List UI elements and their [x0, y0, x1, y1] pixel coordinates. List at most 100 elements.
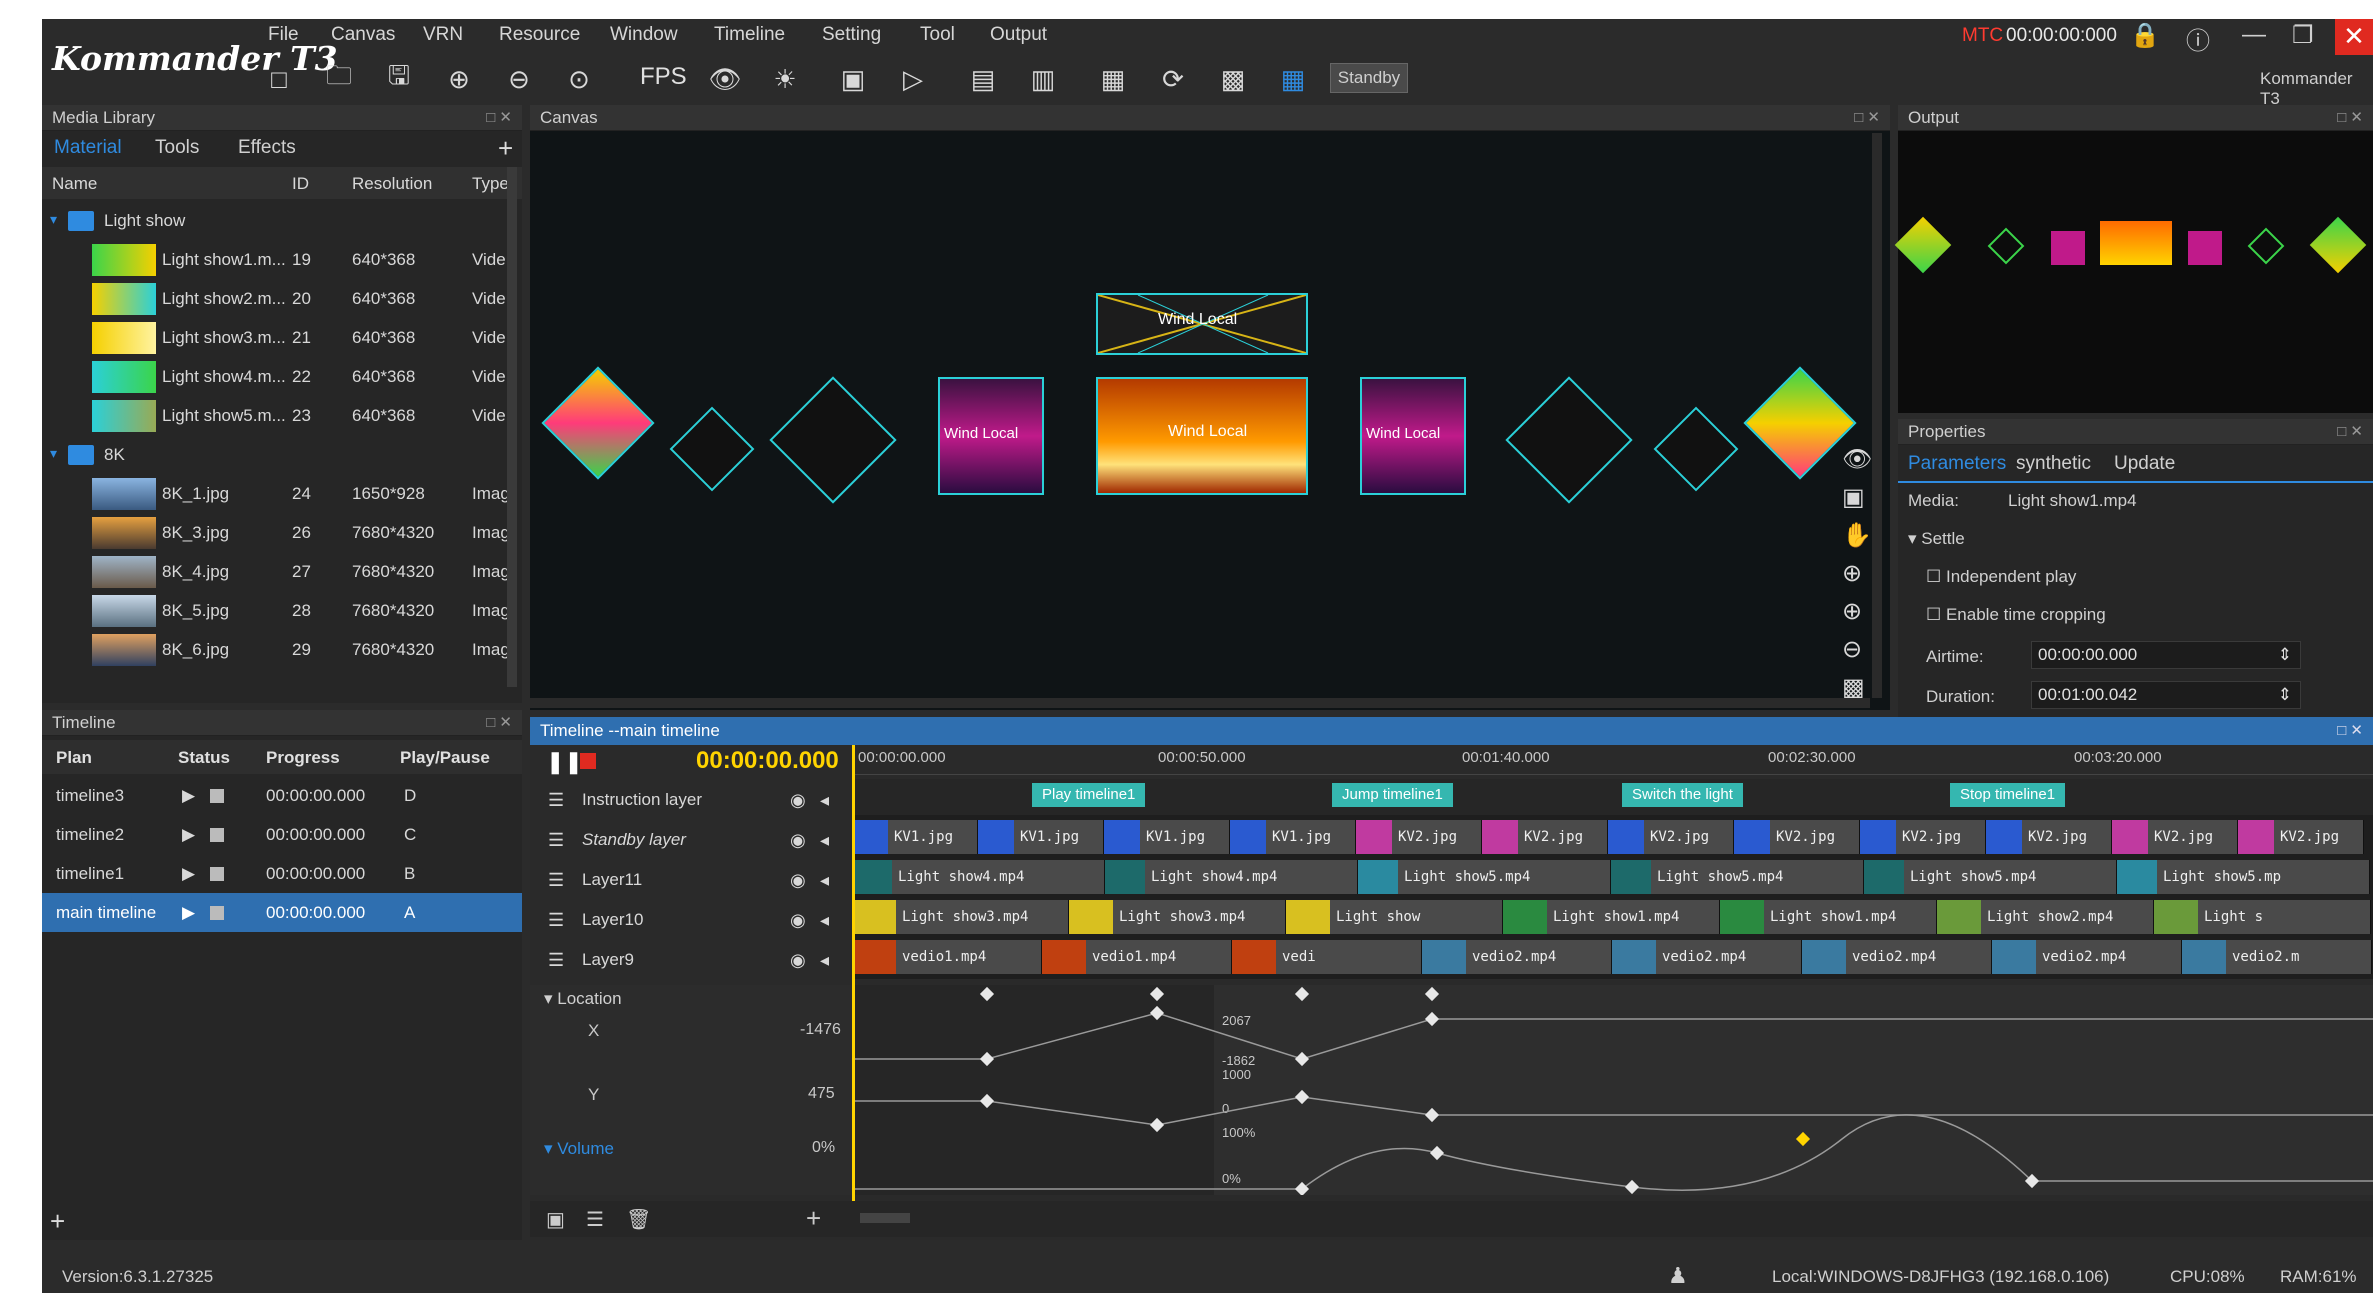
location-toggle[interactable]: ▾ Location: [544, 989, 622, 1009]
pause-icon[interactable]: ❚❚: [546, 749, 583, 775]
zoom-out-icon[interactable]: ⊖: [1842, 635, 1862, 664]
screen-diamond-far-right[interactable]: [1743, 366, 1857, 480]
trash-icon[interactable]: 🗑: [626, 1207, 651, 1232]
panel-pin-close-icon[interactable]: □ ✕: [2337, 419, 2363, 445]
help-icon[interactable]: ⓘ: [2186, 21, 2210, 56]
tab-tools[interactable]: Tools: [155, 137, 199, 159]
speaker-icon[interactable]: ◂: [820, 910, 829, 931]
clip[interactable]: KV1.jpg: [1230, 820, 1356, 854]
play-icon[interactable]: ▶: [182, 903, 195, 923]
cue-stop-timeline1[interactable]: Stop timeline1: [1950, 783, 2066, 807]
screen-left-panel[interactable]: Wind Local: [938, 377, 1044, 495]
clip[interactable]: Light show5.mp4: [1864, 860, 2117, 894]
clip[interactable]: vedio1.mp4: [1042, 940, 1232, 974]
tab-material[interactable]: Material: [54, 137, 122, 159]
add-circle-icon[interactable]: ⊕: [438, 61, 480, 97]
eye-icon[interactable]: ◉: [790, 870, 806, 891]
media-item[interactable]: 8K_1.jpg 24 1650*928 Imag: [42, 474, 512, 513]
airtime-field[interactable]: 00:00:00.000 ⇕: [2031, 641, 2301, 669]
clip[interactable]: KV1.jpg: [852, 820, 978, 854]
media-item[interactable]: 8K_4.jpg 27 7680*4320 Imag: [42, 552, 512, 591]
speaker-icon[interactable]: ◂: [820, 830, 829, 851]
folder-row[interactable]: ▾ Light show: [42, 201, 512, 240]
tab-effects[interactable]: Effects: [238, 137, 296, 159]
expand-icon[interactable]: ▾: [50, 211, 57, 228]
time-ruler[interactable]: 00:00:00.000 00:00:50.000 00:01:40.000 0…: [852, 745, 2373, 775]
remove-circle-icon[interactable]: ⊖: [498, 61, 540, 97]
enable-cropping-checkbox[interactable]: ☐ Enable time cropping: [1926, 605, 2106, 625]
list-icon[interactable]: ☰: [586, 1207, 604, 1232]
new-file-icon[interactable]: □: [258, 61, 300, 97]
screen-diamond-mid-left[interactable]: [769, 376, 897, 504]
tab-update[interactable]: Update: [2114, 453, 2175, 475]
clip[interactable]: Light show5.mp4: [1358, 860, 1611, 894]
clip[interactable]: Light show: [1286, 900, 1503, 934]
canvas-vscrollbar[interactable]: [1872, 133, 1882, 698]
menu-file[interactable]: File: [268, 24, 299, 46]
timeline-row[interactable]: timeline1 ▶ 00:00:00.000 B: [42, 854, 522, 893]
menu-window[interactable]: Window: [610, 24, 678, 46]
clip[interactable]: vedio2.mp4: [1802, 940, 1992, 974]
eye-icon[interactable]: ◉: [790, 950, 806, 971]
settle-section[interactable]: ▾ Settle: [1908, 529, 1965, 549]
clip[interactable]: KV2.jpg: [1860, 820, 1986, 854]
clip[interactable]: vedio2.mp4: [1992, 940, 2182, 974]
screen-diamond-far-left[interactable]: [541, 366, 655, 480]
clip[interactable]: Light show4.mp4: [1105, 860, 1358, 894]
keyframe-graph[interactable]: 2067 -1862 1000 0 100% 0%: [852, 985, 2373, 1195]
clip[interactable]: KV2.jpg: [1356, 820, 1482, 854]
panel-pin-close-icon[interactable]: □ ✕: [486, 710, 512, 736]
canvas-area[interactable]: Wind Local Wind Local Wind Local Wind Lo…: [530, 133, 1880, 701]
add-track-icon[interactable]: +: [806, 1203, 821, 1234]
cue-switch-light[interactable]: Switch the light: [1622, 783, 1743, 807]
expand-icon[interactable]: ▾: [50, 445, 57, 462]
screen-right-icon[interactable]: ▥: [1022, 61, 1064, 97]
media-item[interactable]: Light show1.m... 19 640*368 Vide: [42, 240, 512, 279]
spinner-icon[interactable]: ⇕: [2278, 682, 2292, 708]
clip[interactable]: KV2.jpg: [1986, 820, 2112, 854]
play-icon[interactable]: ▶: [182, 825, 195, 845]
standby-button[interactable]: Standby: [1330, 63, 1408, 93]
hand-icon[interactable]: ✋: [1842, 521, 1872, 550]
panel-pin-close-icon[interactable]: □ ✕: [1854, 105, 1880, 131]
window-icon[interactable]: ▩: [1212, 61, 1254, 97]
screen-right-panel[interactable]: Wind Local: [1360, 377, 1466, 495]
eye-icon[interactable]: 👁: [704, 61, 746, 97]
media-item[interactable]: Light show3.m... 21 640*368 Vide: [42, 318, 512, 357]
monitor-check-icon[interactable]: ▣: [832, 61, 874, 97]
menu-vrn[interactable]: VRN: [423, 24, 463, 46]
users-icon[interactable]: ♟: [1668, 1263, 1688, 1289]
play-icon[interactable]: ▶: [182, 786, 195, 806]
tracks-area[interactable]: Play timeline1 Jump timeline1 Switch the…: [852, 779, 2373, 979]
add-timeline-icon[interactable]: +: [50, 1206, 65, 1237]
playhead[interactable]: [852, 745, 855, 1203]
speaker-icon[interactable]: ◂: [820, 790, 829, 811]
monitor-play-icon[interactable]: ▷: [892, 61, 934, 97]
layer-header[interactable]: ☰ Layer9 ◉ ◂: [530, 939, 850, 979]
screen-diamond-left[interactable]: [669, 406, 755, 492]
menu-resource[interactable]: Resource: [499, 24, 580, 46]
duration-field[interactable]: 00:01:00.042 ⇕: [2031, 681, 2301, 709]
screen-left-icon[interactable]: ▤: [962, 61, 1004, 97]
clip[interactable]: KV2.jpg: [2238, 820, 2364, 854]
volume-toggle[interactable]: ▾ Volume: [544, 1139, 614, 1159]
zoom-in-icon[interactable]: ⊕: [1842, 597, 1862, 626]
clip[interactable]: Light show1.mp4: [1503, 900, 1720, 934]
clip[interactable]: Light show4.mp4: [852, 860, 1105, 894]
stop-icon[interactable]: [210, 867, 224, 881]
clip[interactable]: KV1.jpg: [1104, 820, 1230, 854]
layer-header[interactable]: ☰ Standby layer ◉ ◂: [530, 819, 850, 859]
clip[interactable]: KV2.jpg: [1608, 820, 1734, 854]
tab-parameters[interactable]: Parameters: [1908, 453, 2006, 475]
eye-icon[interactable]: ◉: [790, 790, 806, 811]
media-item[interactable]: 8K_6.jpg 29 7680*4320 Imag: [42, 630, 512, 669]
save-icon[interactable]: 🖫: [378, 60, 420, 97]
menu-timeline[interactable]: Timeline: [714, 24, 785, 46]
eye-icon[interactable]: 👁: [1842, 445, 1872, 474]
close-icon[interactable]: ✕: [2335, 19, 2373, 55]
stop-icon[interactable]: [580, 753, 596, 769]
clip[interactable]: Light show5.mp: [2117, 860, 2370, 894]
independent-play-checkbox[interactable]: ☐ Independent play: [1926, 567, 2076, 587]
spinner-icon[interactable]: ⇕: [2278, 642, 2292, 668]
clip[interactable]: vedio2.m: [2182, 940, 2372, 974]
